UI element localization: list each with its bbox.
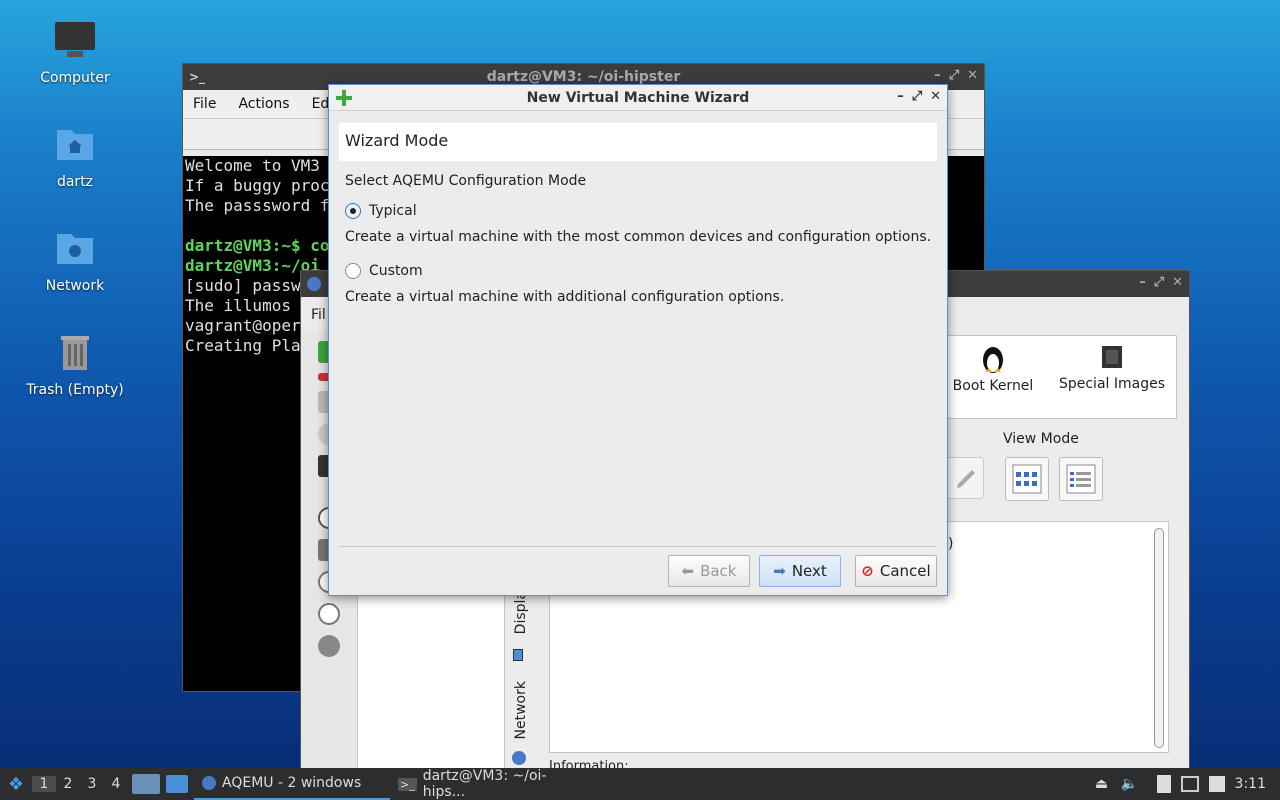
desktop-icon-label: Network — [45, 278, 105, 294]
workspace-2[interactable]: 2 — [56, 776, 80, 792]
info-fragment: ) — [948, 536, 954, 552]
taskbar: ❖ 1 2 3 4 AQEMU - 2 windows >_ dartz@VM3… — [0, 768, 1280, 800]
typical-description: Create a virtual machine with the most c… — [345, 229, 932, 245]
new-vm-wizard-dialog[interactable]: New Virtual Machine Wizard – ⤢ ✕ Wizard Mo… — [328, 84, 948, 596]
notification-icon[interactable] — [1208, 776, 1225, 792]
cancel-icon: ⊘ — [861, 562, 874, 580]
maximize-icon[interactable]: ⤢ — [912, 89, 922, 104]
desktop-icon-network[interactable]: Network — [20, 226, 130, 294]
typical-label: Typical — [369, 203, 417, 219]
back-button[interactable]: ⬅ Back — [668, 555, 750, 587]
cancel-label: Cancel — [879, 562, 931, 580]
desktop-icon-trash[interactable]: Trash (Empty) — [20, 330, 130, 398]
pencil-icon — [957, 470, 975, 488]
view-mode-label: View Mode — [1003, 431, 1079, 447]
next-label: Next — [791, 562, 827, 580]
maximize-icon[interactable]: ⤢ — [1154, 275, 1164, 290]
computer-icon — [55, 22, 95, 57]
desktop-icon-label: Trash (Empty) — [26, 382, 124, 398]
custom-description: Create a virtual machine with additional… — [345, 289, 785, 305]
toolbar-panel: Boot Kernel Special Images — [941, 335, 1177, 419]
special-images-label: Special Images — [1058, 376, 1166, 392]
tux-icon — [983, 347, 1003, 373]
arrow-left-icon: ⬅ — [681, 562, 695, 580]
close-icon[interactable]: ✕ — [930, 89, 941, 104]
task-terminal[interactable]: >_ dartz@VM3: ~/oi-hips... — [390, 768, 590, 800]
custom-radio-option[interactable]: Custom — [345, 263, 423, 279]
terminal-title: dartz@VM3: ~/oi-hipster — [486, 69, 681, 85]
eject-icon[interactable]: ⏏ — [1093, 776, 1111, 792]
custom-label: Custom — [369, 263, 423, 279]
typical-radio-option[interactable]: Typical — [345, 203, 417, 219]
close-icon[interactable]: ✕ — [1172, 275, 1183, 290]
next-button[interactable]: ➡ Next — [759, 555, 841, 587]
icon-grid-icon — [1012, 464, 1042, 494]
stop-icon[interactable] — [318, 603, 340, 625]
display-tab-icon — [513, 649, 523, 661]
clock[interactable]: 3:11 — [1235, 776, 1266, 792]
workspace-3[interactable]: 3 — [80, 776, 104, 792]
file-manager-icon[interactable] — [166, 775, 188, 793]
task-aqemu[interactable]: AQEMU - 2 windows — [194, 768, 390, 800]
network-tray-icon[interactable] — [1180, 776, 1199, 792]
edit-vm-button[interactable] — [946, 457, 984, 499]
aqemu-icon — [202, 776, 216, 790]
tab-display[interactable]: Displa — [513, 591, 529, 634]
special-images-button[interactable]: Special Images — [1052, 342, 1172, 392]
view-mode-icons-button[interactable] — [1005, 457, 1049, 501]
arrow-right-icon: ➡ — [773, 562, 786, 580]
chip-icon — [1102, 346, 1122, 368]
wizard-title: New Virtual Machine Wizard — [526, 89, 750, 106]
desktop-icon-label: dartz — [56, 174, 94, 190]
volume-icon[interactable]: 🔈 — [1121, 776, 1139, 792]
close-icon[interactable]: ✕ — [967, 68, 978, 83]
button-separator — [339, 546, 937, 547]
wizard-titlebar[interactable]: New Virtual Machine Wizard – ⤢ ✕ — [329, 85, 947, 111]
maximize-icon[interactable]: ⤢ — [949, 68, 959, 83]
scrollbar[interactable] — [1154, 528, 1164, 748]
task-label: dartz@VM3: ~/oi-hips... — [422, 768, 547, 800]
cancel-button[interactable]: ⊘ Cancel — [855, 555, 937, 587]
workspace-4[interactable]: 4 — [104, 776, 128, 792]
minimize-icon[interactable]: – — [897, 89, 904, 104]
wizard-page-header: Wizard Mode — [339, 123, 937, 161]
back-label: Back — [700, 562, 737, 580]
tab-network[interactable]: Network — [513, 681, 529, 739]
desktop-icon-computer[interactable]: Computer — [20, 18, 130, 86]
minimize-icon[interactable]: – — [1139, 275, 1146, 290]
clipboard-icon[interactable] — [1156, 775, 1171, 793]
typical-radio[interactable] — [345, 203, 361, 219]
show-desktop-icon[interactable] — [132, 774, 160, 794]
desktop-icon-home[interactable]: dartz — [20, 122, 130, 190]
home-folder-icon — [57, 130, 93, 160]
desktop-icon-label: Computer — [40, 70, 110, 86]
view-mode-list-button[interactable] — [1059, 457, 1103, 501]
wizard-prompt: Select AQEMU Configuration Mode — [345, 173, 587, 189]
aqemu-app-icon — [307, 277, 321, 291]
network-folder-icon — [57, 234, 93, 264]
minimize-icon[interactable]: – — [934, 68, 941, 83]
custom-radio[interactable] — [345, 263, 361, 279]
aqemu-menu-file[interactable]: Fil — [311, 307, 326, 323]
reset-icon[interactable] — [318, 635, 340, 657]
boot-kernel-label: Boot Kernel — [952, 378, 1034, 394]
workspace-1[interactable]: 1 — [32, 776, 56, 792]
menu-edit[interactable]: Ed — [312, 96, 330, 112]
task-label: AQEMU - 2 windows — [222, 775, 362, 791]
menu-file[interactable]: File — [193, 96, 216, 112]
app-menu-icon[interactable]: ❖ — [0, 774, 32, 795]
terminal-icon: >_ — [398, 777, 417, 791]
network-tab-icon — [512, 751, 526, 765]
trash-icon — [61, 336, 89, 370]
boot-kernel-button[interactable]: Boot Kernel — [948, 342, 1038, 394]
menu-actions[interactable]: Actions — [238, 96, 289, 112]
list-view-icon — [1066, 464, 1096, 494]
